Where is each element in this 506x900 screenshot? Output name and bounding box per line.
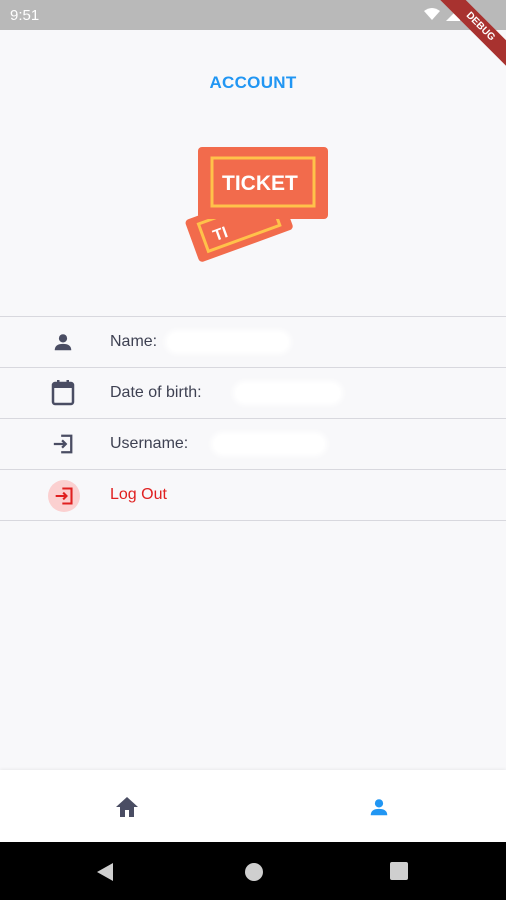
name-row: Name: — [0, 317, 506, 368]
logout-button[interactable]: Log Out — [0, 470, 506, 521]
username-label: Username: — [110, 435, 189, 452]
username-row: Username: — [0, 419, 506, 470]
logout-label: Log Out — [110, 486, 167, 503]
wifi-icon — [424, 8, 440, 20]
ticket-logo: TI TICKET — [185, 147, 328, 262]
name-value — [168, 333, 288, 351]
home-circle-icon[interactable] — [244, 862, 264, 882]
calendar-icon — [50, 380, 76, 406]
date-of-birth-row: Date of birth: — [0, 368, 506, 419]
name-label: Name: — [110, 333, 158, 350]
username-value — [214, 435, 324, 453]
person-icon — [50, 329, 76, 355]
person-icon — [370, 799, 388, 816]
page-title: ACCOUNT — [209, 73, 297, 92]
status-time: 9:51 — [10, 7, 40, 24]
login-icon — [50, 431, 76, 457]
system-navigation-bar — [0, 842, 506, 900]
home-icon — [116, 797, 138, 817]
recents-icon[interactable] — [390, 862, 408, 880]
date-of-birth-label: Date of birth: — [110, 384, 202, 401]
logout-icon — [48, 480, 80, 512]
bottom-navigation — [0, 770, 506, 842]
back-icon[interactable] — [96, 862, 114, 882]
logo-text: TICKET — [222, 172, 298, 195]
account-info-list: Name: Date of birth: Username: Log Out — [0, 316, 506, 521]
nav-home-button[interactable] — [114, 794, 140, 820]
status-bar: 9:51 — [0, 0, 506, 30]
date-of-birth-value — [236, 384, 340, 402]
nav-account-button[interactable] — [366, 794, 392, 820]
